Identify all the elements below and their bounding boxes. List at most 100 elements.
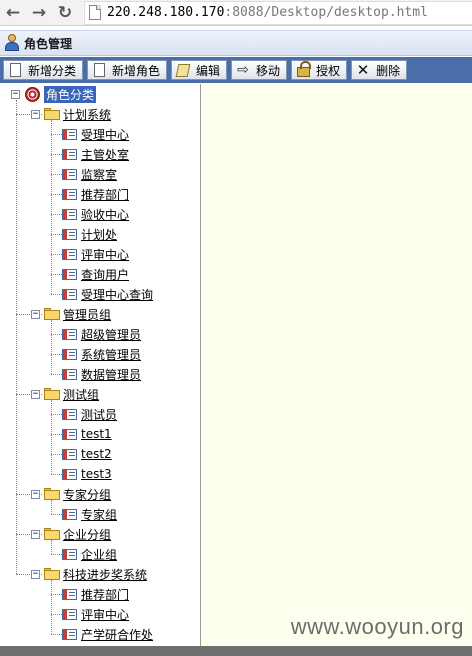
tree-role-label[interactable]: 推荐部门 xyxy=(81,186,129,203)
authorize-label: 授权 xyxy=(316,63,341,78)
folder-open-icon xyxy=(44,308,60,320)
tree-connector xyxy=(51,434,62,435)
tree-role-item[interactable]: 产学研合作处 xyxy=(62,624,153,644)
tree-role-item[interactable]: 评审中心 xyxy=(62,604,129,624)
tree-role-label[interactable]: 专家组 xyxy=(81,506,117,523)
tree-group[interactable]: 计划系统 xyxy=(44,104,111,124)
tree-role-item[interactable]: 系统管理员 xyxy=(62,344,141,364)
tree-role-label[interactable]: 查询用户 xyxy=(81,266,129,283)
tree-group[interactable]: 管理员组 xyxy=(44,304,111,324)
tree-role-label[interactable]: test3 xyxy=(81,467,112,481)
tree-role-label[interactable]: 企业组 xyxy=(81,546,117,563)
tree-role-item[interactable]: 主管处室 xyxy=(62,144,129,164)
move-button[interactable]: ⇨ 移动 xyxy=(231,60,288,80)
delete-button[interactable]: ✕ 删除 xyxy=(351,60,408,80)
tree-role-label[interactable]: test2 xyxy=(81,447,112,461)
role-card-icon xyxy=(62,288,77,300)
group-collapse-toggle[interactable]: − xyxy=(31,530,40,539)
tree-group-label[interactable]: 计划系统 xyxy=(63,106,111,123)
edit-icon xyxy=(175,62,191,78)
folder-open-icon xyxy=(44,488,60,500)
tree-role-label[interactable]: 数据管理员 xyxy=(81,366,141,383)
panel-title-bar: 角色管理 xyxy=(0,30,472,56)
tree-role-item[interactable]: 验收中心 xyxy=(62,204,129,224)
address-bar[interactable]: 220.248.180.170:8088/Desktop/desktop.htm… xyxy=(84,0,472,25)
tree-role-item[interactable]: 计划处 xyxy=(62,224,117,244)
new-document-icon xyxy=(7,62,23,78)
add-category-label: 新增分类 xyxy=(28,63,77,78)
edit-button[interactable]: 编辑 xyxy=(171,60,228,80)
tree-root[interactable]: 角色分类 xyxy=(25,84,97,104)
tree-role-item[interactable]: 监察室 xyxy=(62,164,117,184)
tree-role-label[interactable]: 超级管理员 xyxy=(81,326,141,343)
group-collapse-toggle[interactable]: − xyxy=(31,490,40,499)
add-role-button[interactable]: 新增角色 xyxy=(87,60,168,80)
tree-role-label[interactable]: 测试员 xyxy=(81,406,117,423)
tree-connector xyxy=(51,354,62,355)
authorize-button[interactable]: 授权 xyxy=(291,60,348,80)
role-card-icon xyxy=(62,548,77,560)
tree-role-label[interactable]: 主管处室 xyxy=(81,146,129,163)
tree-role-label[interactable]: 系统管理员 xyxy=(81,346,141,363)
role-card-icon xyxy=(62,628,77,640)
group-collapse-toggle[interactable]: − xyxy=(31,570,40,579)
tree-role-item[interactable]: 推荐部门 xyxy=(62,584,129,604)
group-collapse-toggle[interactable]: − xyxy=(31,110,40,119)
tree-role-label[interactable]: 评审中心 xyxy=(81,246,129,263)
tree-group[interactable]: 企业分组 xyxy=(44,524,111,544)
page-title: 角色管理 xyxy=(24,36,73,51)
url-path: :8088/Desktop/desktop.html xyxy=(224,5,428,20)
add-category-button[interactable]: 新增分类 xyxy=(3,60,84,80)
role-card-icon xyxy=(62,208,77,220)
forward-icon[interactable]: → xyxy=(26,1,52,25)
tree-role-item[interactable]: 超级管理员 xyxy=(62,324,141,344)
role-card-icon xyxy=(62,268,77,280)
tree-role-item[interactable]: 推荐部门 xyxy=(62,184,129,204)
tree-role-label[interactable]: 产学研合作处 xyxy=(81,626,153,643)
tree-connector xyxy=(51,274,62,275)
delete-x-icon: ✕ xyxy=(356,60,370,79)
tree-group[interactable]: 科技进步奖系统 xyxy=(44,564,147,584)
tree-role-item[interactable]: 测试员 xyxy=(62,404,117,424)
tree-role-label[interactable]: 受理中心 xyxy=(81,126,129,143)
tree-role-label[interactable]: 计划处 xyxy=(81,226,117,243)
back-icon[interactable]: ← xyxy=(0,1,26,25)
tree-group-label[interactable]: 科技进步奖系统 xyxy=(63,566,147,583)
tree-role-item[interactable]: test1 xyxy=(62,424,112,444)
add-role-label: 新增角色 xyxy=(112,63,161,78)
tree-role-item[interactable]: test2 xyxy=(62,444,112,464)
root-collapse-toggle[interactable]: − xyxy=(11,90,20,99)
tree-connector xyxy=(16,100,17,574)
tree-group-label[interactable]: 专家分组 xyxy=(63,486,111,503)
role-card-icon xyxy=(62,408,77,420)
tree-role-label[interactable]: 验收中心 xyxy=(81,206,129,223)
tree-role-item[interactable]: 受理中心 xyxy=(62,124,129,144)
tree-role-label[interactable]: 受理中心查询 xyxy=(81,286,153,303)
tree-role-label[interactable]: 评审中心 xyxy=(81,606,129,623)
tree-role-item[interactable]: 查询用户 xyxy=(62,264,129,284)
tree-role-item[interactable]: 企业组 xyxy=(62,544,117,564)
tree-group[interactable]: 专家分组 xyxy=(44,484,111,504)
tree-root-label[interactable]: 角色分类 xyxy=(44,85,97,103)
tree-role-item[interactable]: 专家组 xyxy=(62,504,117,524)
tree-role-item[interactable]: 评审中心 xyxy=(62,244,129,264)
tree-group-label[interactable]: 测试组 xyxy=(63,386,99,403)
tree-role-label[interactable]: 监察室 xyxy=(81,166,117,183)
tree-connector xyxy=(51,400,52,474)
tree-connector xyxy=(51,474,62,475)
folder-open-icon xyxy=(44,108,60,120)
tree-role-label[interactable]: test1 xyxy=(81,427,112,441)
tree-group-label[interactable]: 管理员组 xyxy=(63,306,111,323)
reload-icon[interactable]: ↻ xyxy=(52,1,78,25)
tree-connector xyxy=(51,500,52,514)
tree-role-item[interactable]: test3 xyxy=(62,464,112,484)
group-collapse-toggle[interactable]: − xyxy=(31,310,40,319)
tree-group[interactable]: 测试组 xyxy=(44,384,99,404)
tree-role-item[interactable]: 受理中心查询 xyxy=(62,284,153,304)
tree-role-item[interactable]: 数据管理员 xyxy=(62,364,141,384)
group-collapse-toggle[interactable]: − xyxy=(31,390,40,399)
tree-group-label[interactable]: 企业分组 xyxy=(63,526,111,543)
content-panel xyxy=(201,84,472,646)
tree-role-label[interactable]: 推荐部门 xyxy=(81,586,129,603)
role-card-icon xyxy=(62,248,77,260)
